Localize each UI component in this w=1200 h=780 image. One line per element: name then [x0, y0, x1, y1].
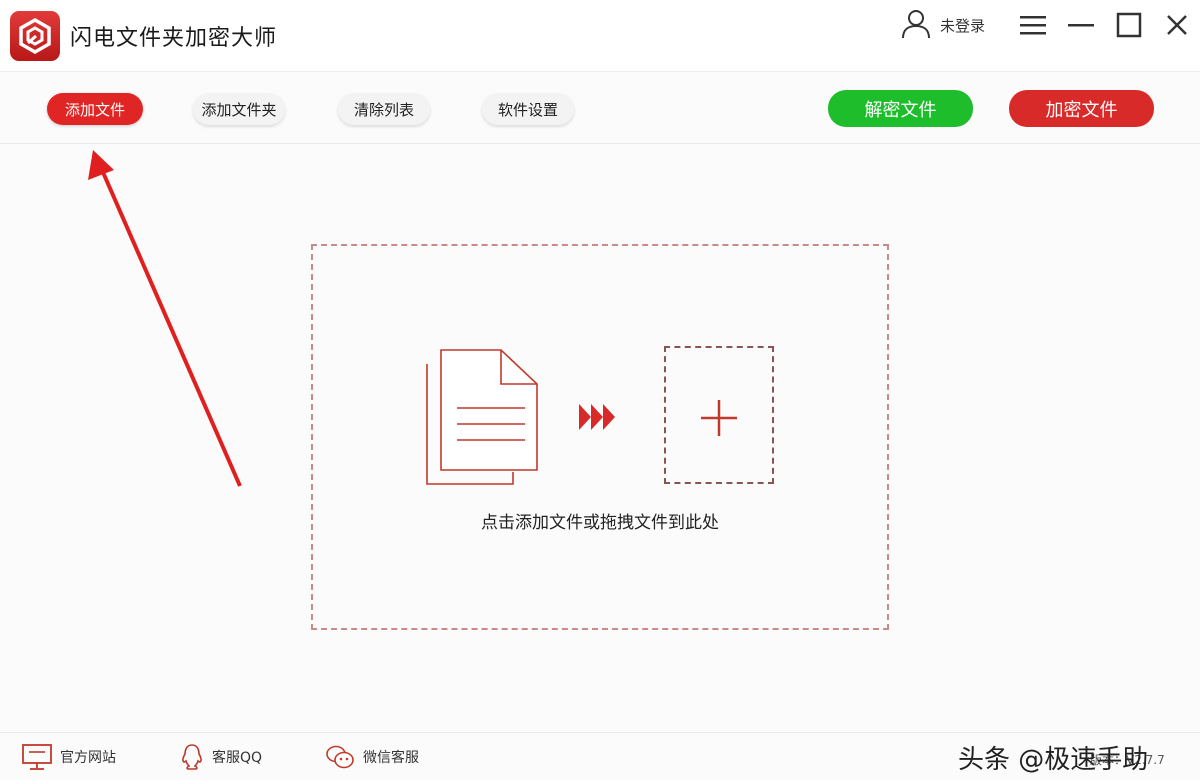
monitor-icon [22, 744, 52, 770]
wechat-icon [326, 745, 354, 769]
triple-arrow-icon [579, 404, 615, 430]
footer: 官方网站 客服QQ 微信客服 版本：V2.7.7 头条 @极速手助 [0, 732, 1200, 780]
plus-icon [701, 400, 737, 436]
add-placeholder-box[interactable] [664, 346, 774, 484]
official-site-link[interactable]: 官方网站 [22, 743, 116, 771]
wechat-support-link[interactable]: 微信客服 [325, 743, 419, 771]
file-drop-zone[interactable]: 点击添加文件或拖拽文件到此处 [311, 244, 889, 630]
qq-support-label: 客服QQ [212, 750, 263, 766]
toolbar: 添加文件 添加文件夹 清除列表 软件设置 解密文件 加密文件 [0, 73, 1200, 144]
encrypt-button[interactable]: 加密文件 [1009, 90, 1154, 127]
close-icon[interactable] [1160, 8, 1194, 42]
qq-support-link[interactable]: 客服QQ [180, 743, 262, 771]
maximize-icon[interactable] [1112, 8, 1146, 42]
watermark: 头条 @极速手助 [958, 745, 1149, 775]
menu-icon[interactable] [1016, 8, 1050, 42]
drop-hint-text: 点击添加文件或拖拽文件到此处 [481, 513, 719, 533]
login-area[interactable]: 未登录 [900, 8, 985, 42]
decrypt-button[interactable]: 解密文件 [828, 90, 973, 127]
login-label: 未登录 [940, 16, 986, 35]
wechat-support-label: 微信客服 [363, 750, 419, 766]
title-bar: 闪电文件夹加密大师 未登录 [0, 0, 1200, 72]
document-icon [426, 349, 538, 485]
user-icon [900, 7, 932, 43]
official-site-label: 官方网站 [60, 750, 116, 766]
add-file-button[interactable]: 添加文件 [47, 93, 143, 125]
app-title: 闪电文件夹加密大师 [70, 26, 278, 51]
logo-icon [10, 11, 60, 61]
qq-icon [182, 744, 202, 770]
settings-button[interactable]: 软件设置 [482, 93, 574, 125]
add-folder-button[interactable]: 添加文件夹 [193, 93, 285, 125]
minimize-icon[interactable] [1064, 8, 1098, 42]
clear-list-button[interactable]: 清除列表 [338, 93, 430, 125]
